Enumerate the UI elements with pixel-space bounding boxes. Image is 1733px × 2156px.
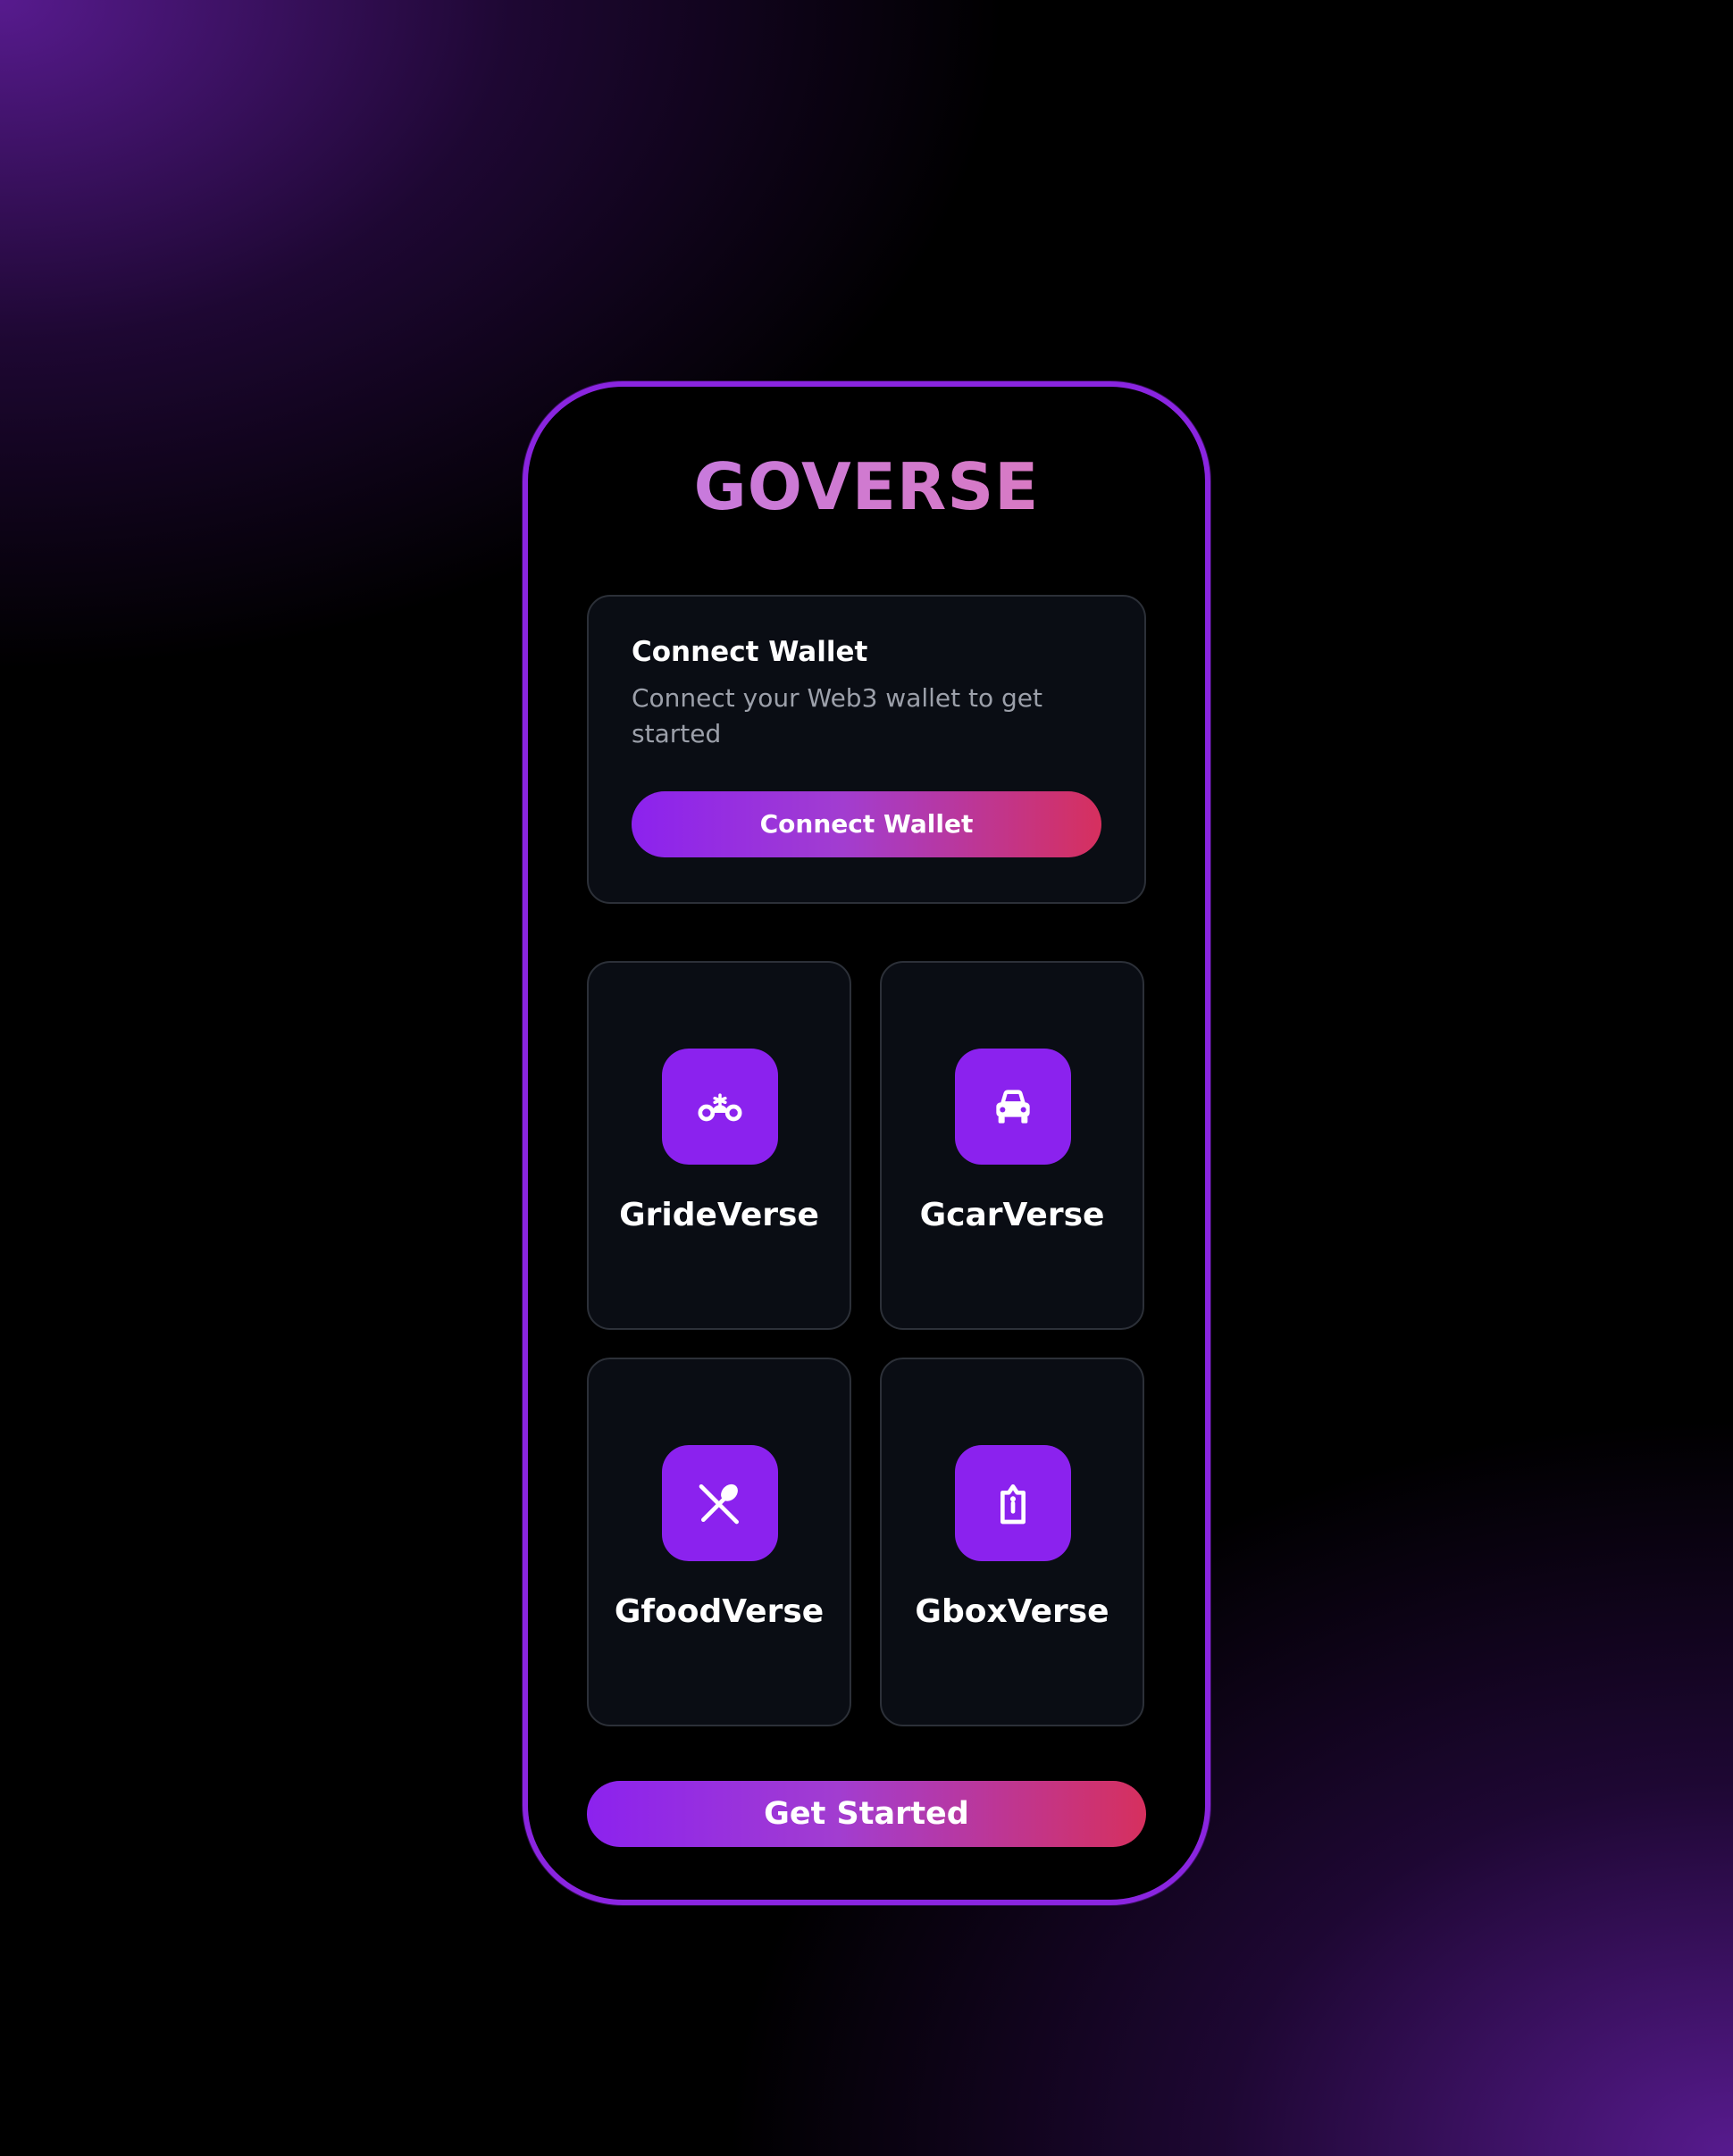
service-card-gfoodverse[interactable]: GfoodVerse — [587, 1358, 851, 1726]
food-utensils-icon — [662, 1445, 778, 1561]
service-label: GboxVerse — [915, 1593, 1109, 1630]
motorbike-icon — [662, 1049, 778, 1165]
wallet-card-description: Connect your Web3 wallet to get started — [632, 683, 1043, 748]
service-label: GfoodVerse — [614, 1593, 825, 1630]
service-card-gboxverse[interactable]: GboxVerse — [880, 1358, 1144, 1726]
service-card-gcarverse[interactable]: GcarVerse — [880, 961, 1144, 1330]
connect-wallet-card: Connect Wallet Connect your Web3 wallet … — [587, 595, 1146, 904]
car-icon — [955, 1049, 1071, 1165]
connect-wallet-button[interactable]: Connect Wallet — [632, 791, 1101, 857]
get-started-button[interactable]: Get Started — [587, 1781, 1146, 1847]
package-icon — [955, 1445, 1071, 1561]
service-label: GcarVerse — [919, 1197, 1105, 1233]
service-label: GrideVerse — [619, 1197, 819, 1233]
service-card-grideverse[interactable]: GrideVerse — [587, 961, 851, 1330]
phone-frame: GOVERSE Connect Wallet Connect your Web3… — [523, 381, 1210, 1905]
wallet-card-title: Connect Wallet — [632, 636, 868, 668]
app-logo: GOVERSE — [528, 449, 1205, 524]
